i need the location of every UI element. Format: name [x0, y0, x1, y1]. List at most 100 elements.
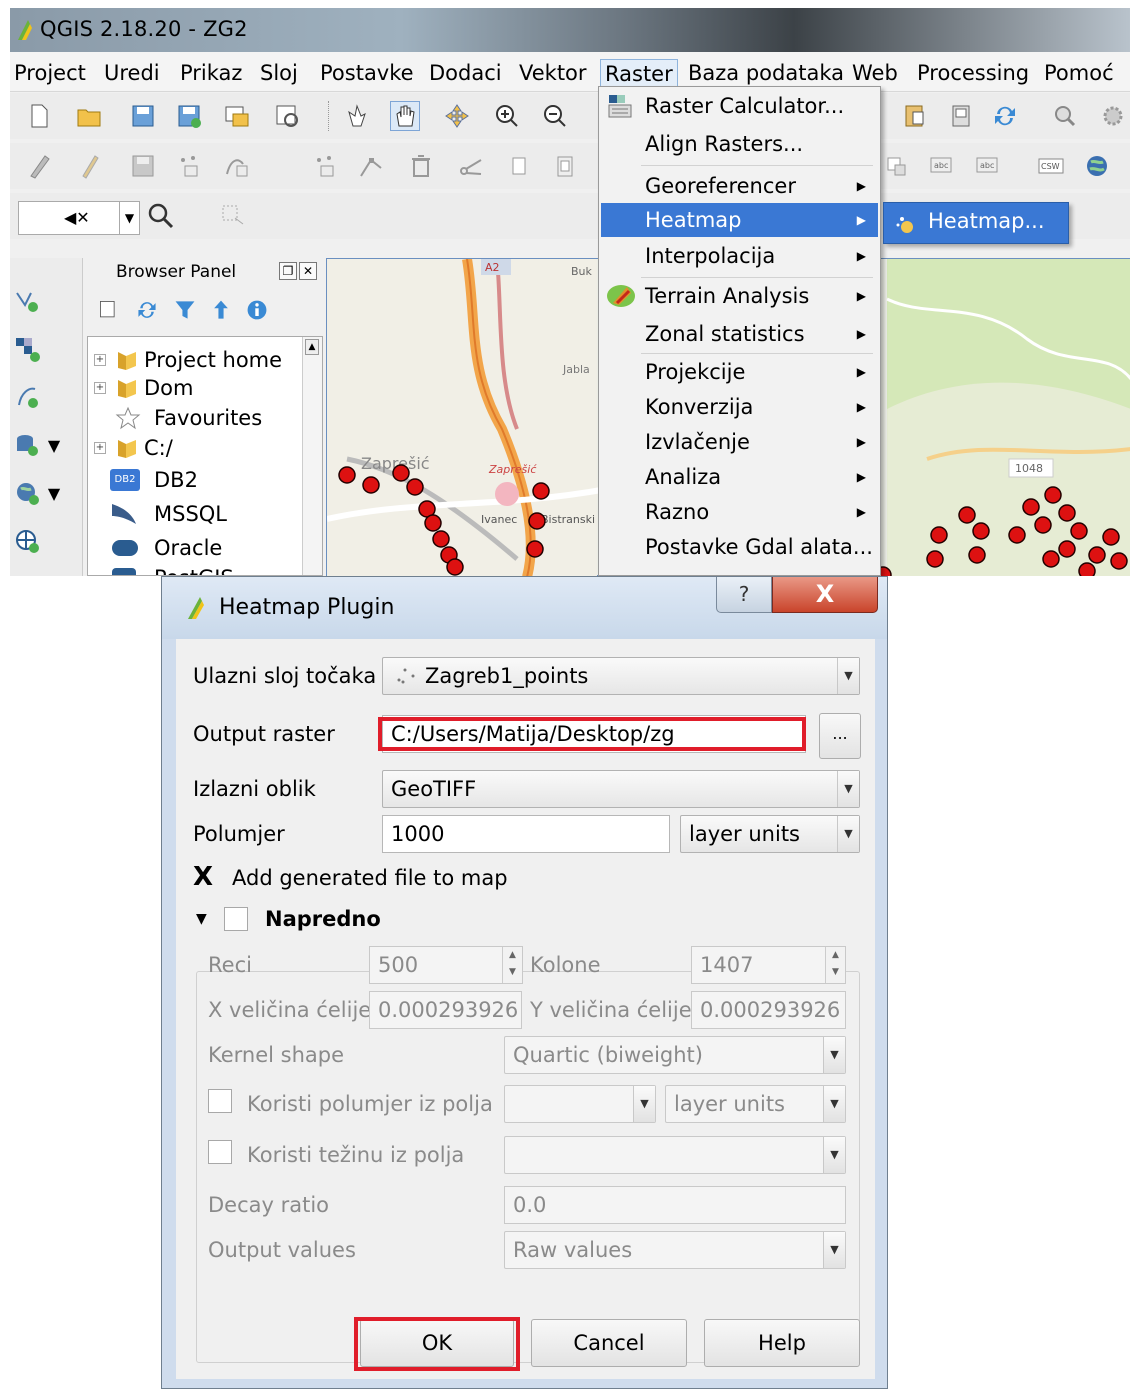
tree-item-postgis[interactable]: PostGIS [88, 563, 298, 575]
select-tool-icon[interactable] [218, 201, 248, 231]
identify-icon[interactable] [1050, 101, 1080, 131]
radius-field-unit-combo[interactable]: layer units ▼ [665, 1085, 846, 1123]
save-layer-edits-icon[interactable] [128, 151, 158, 181]
advanced-checkbox[interactable] [224, 907, 248, 931]
chevron-down-icon[interactable]: ▼ [823, 1137, 845, 1173]
new-project-icon[interactable] [24, 101, 54, 131]
input-layer-combo[interactable]: Zagreb1_points ▼ [382, 657, 860, 695]
chevron-down-icon[interactable]: ▼ [823, 1086, 845, 1122]
menu-item-projekcije[interactable]: Projekcije ▶ [601, 355, 878, 389]
chevron-down-icon[interactable]: ▼ [837, 658, 859, 694]
close-panel-icon[interactable]: ✕ [299, 262, 317, 280]
menu-pomoc[interactable]: Pomoć [1040, 59, 1118, 89]
zoom-next-icon[interactable] [946, 101, 976, 131]
tree-item-mssql[interactable]: MSSQL [88, 499, 298, 529]
composer-manager-icon[interactable] [272, 101, 302, 131]
radius-unit-combo[interactable]: layer units ▼ [680, 815, 860, 853]
expand-icon[interactable]: + [94, 382, 106, 394]
output-raster-field[interactable]: C:/Users/Matija/Desktop/zg [382, 715, 806, 753]
collapse-all-icon[interactable] [209, 298, 233, 322]
csw-icon[interactable]: CSW [1036, 151, 1066, 181]
menu-web[interactable]: Web [848, 59, 902, 89]
help-button[interactable]: Help [704, 1319, 860, 1367]
info-icon[interactable] [245, 298, 269, 322]
menu-item-heatmap[interactable]: Heatmap ▶ [601, 203, 878, 237]
browser-scrollbar[interactable]: ▲ [302, 337, 322, 575]
new-print-composer-icon[interactable] [222, 101, 252, 131]
spin-arrows-icon[interactable]: ▲ ▼ [825, 947, 845, 983]
menu-item-georeferencer[interactable]: Georeferencer ▶ [601, 169, 878, 203]
cut-features-icon[interactable] [456, 151, 486, 181]
cols-spinbox[interactable]: 1407 ▲ ▼ [691, 946, 846, 984]
move-feature-icon[interactable] [310, 151, 340, 181]
paste-features-icon[interactable] [550, 151, 580, 181]
menu-postavke[interactable]: Postavke [316, 59, 418, 89]
menu-item-terrain-analysis[interactable]: Terrain Analysis ▶ [601, 279, 878, 313]
output-values-combo[interactable]: Raw values ▼ [504, 1231, 846, 1269]
expand-icon[interactable]: + [94, 442, 106, 454]
cell-x-input[interactable]: 0.000293926 [369, 991, 522, 1029]
browse-button[interactable]: ... [819, 713, 861, 759]
heatmap-submenu[interactable]: Heatmap... [883, 202, 1069, 244]
spin-arrows-icon[interactable]: ▲ ▼ [502, 947, 522, 983]
pan-to-selection-icon[interactable] [442, 101, 472, 131]
chevron-down-icon[interactable]: ▼ [837, 771, 859, 807]
add-feature-line-icon[interactable] [222, 151, 252, 181]
globe-plugin-icon[interactable] [1082, 151, 1112, 181]
copy-features-icon[interactable] [504, 151, 534, 181]
add-feature-point-icon[interactable] [174, 151, 204, 181]
add-delimited-text-icon[interactable] [12, 382, 42, 412]
add-database-layer-icon[interactable] [12, 430, 42, 460]
delete-selected-icon[interactable] [406, 151, 436, 181]
menu-item-izvlacenje[interactable]: Izvlačenje ▶ [601, 425, 878, 459]
add-to-map-checkbox[interactable]: X [193, 864, 213, 890]
radius-field-combo[interactable]: ▼ [504, 1085, 656, 1123]
zoom-in-icon[interactable] [492, 101, 522, 131]
weight-from-field-checkbox[interactable] [208, 1140, 232, 1164]
scroll-up-icon[interactable]: ▲ [305, 339, 319, 355]
tree-item-dom[interactable]: + Dom [88, 373, 298, 403]
refresh-icon[interactable] [135, 298, 159, 322]
open-folder-icon[interactable] [74, 101, 104, 131]
float-panel-icon[interactable]: ❐ [279, 262, 297, 280]
menu-sloj[interactable]: Sloj [256, 59, 302, 89]
menu-item-interpolacija[interactable]: Interpolacija ▶ [601, 239, 878, 273]
cell-y-input[interactable]: 0.000293926 [691, 991, 846, 1029]
radius-input[interactable]: 1000 [382, 815, 670, 853]
add-raster-layer-icon[interactable] [12, 334, 42, 364]
menu-processing[interactable]: Processing [913, 59, 1033, 89]
scale-combo[interactable]: ◀✕ ▼ [18, 201, 140, 235]
add-wfs-layer-icon[interactable] [12, 526, 42, 556]
menu-item-analiza[interactable]: Analiza ▶ [601, 460, 878, 494]
abc-label-move-icon[interactable]: abc [972, 151, 1002, 181]
menu-prikaz[interactable]: Prikaz [176, 59, 246, 89]
expand-icon[interactable]: + [94, 354, 106, 366]
tree-item-favourites[interactable]: Favourites [88, 403, 298, 433]
cancel-button[interactable]: Cancel [531, 1319, 687, 1367]
pan-map-icon[interactable] [390, 101, 420, 131]
decay-ratio-input[interactable]: 0.0 [504, 1186, 846, 1224]
add-wms-layer-icon[interactable] [12, 478, 42, 508]
radius-from-field-checkbox[interactable] [208, 1089, 232, 1113]
weight-field-combo[interactable]: ▼ [504, 1136, 846, 1174]
close-button[interactable]: X [772, 577, 878, 613]
touch-zoom-icon[interactable] [342, 101, 372, 131]
chevron-down-icon[interactable]: ▼ [823, 1232, 845, 1268]
filter-icon[interactable] [173, 298, 197, 322]
menu-item-postavke-gdal[interactable]: Postavke Gdal alata... [601, 530, 878, 564]
rows-spinbox[interactable]: 500 ▲ ▼ [369, 946, 523, 984]
menu-item-raster-calculator[interactable]: Raster Calculator... [601, 89, 878, 123]
collapse-arrow-icon[interactable]: ▼ [196, 911, 207, 927]
output-format-combo[interactable]: GeoTIFF ▼ [382, 770, 860, 808]
tree-item-oracle[interactable]: Oracle [88, 533, 298, 563]
ok-button[interactable]: OK [360, 1319, 514, 1367]
save-as-icon[interactable] [174, 101, 204, 131]
label-tool-icon[interactable] [882, 151, 912, 181]
save-icon[interactable] [128, 101, 158, 131]
toggle-editing-icon[interactable] [74, 151, 104, 181]
chevron-down-icon[interactable]: ▼ [44, 478, 64, 508]
tree-item-c-drive[interactable]: + C:/ [88, 433, 298, 463]
kernel-shape-combo[interactable]: Quartic (biweight) ▼ [504, 1036, 846, 1074]
context-help-button[interactable]: ? [716, 577, 772, 613]
zoom-out-icon[interactable] [540, 101, 570, 131]
